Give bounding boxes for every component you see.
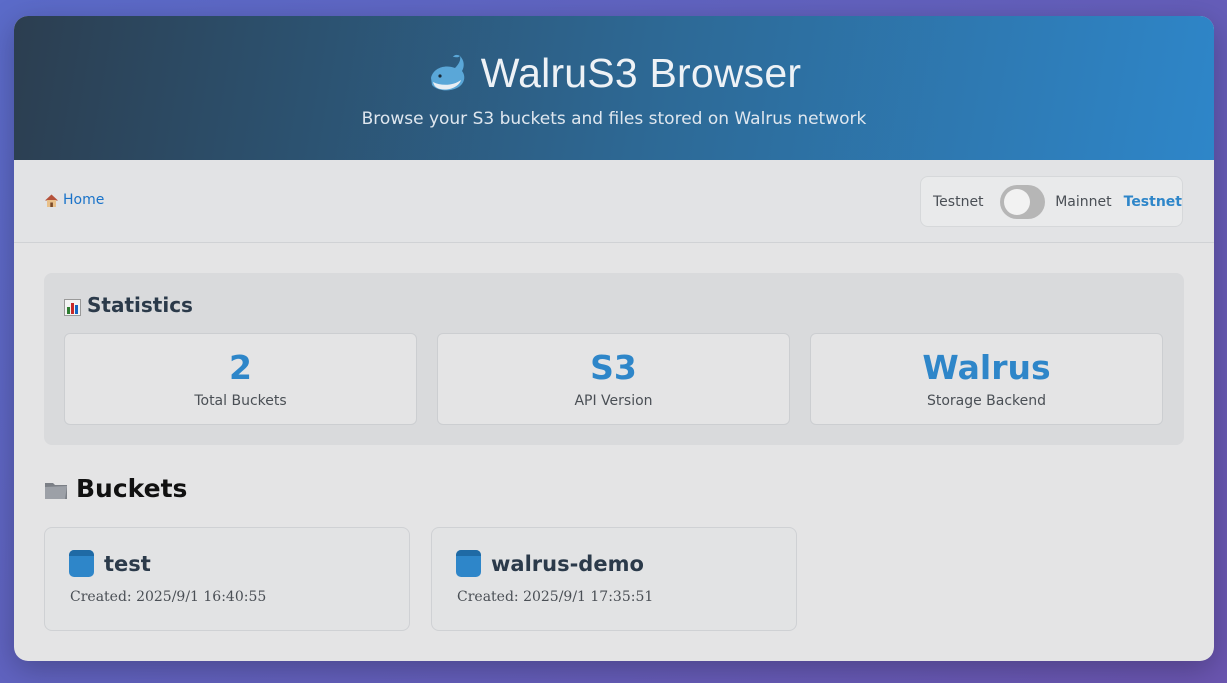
page-subtitle: Browse your S3 buckets and files stored … — [361, 109, 867, 129]
stat-card-total-buckets: 2 Total Buckets — [64, 333, 417, 425]
bucket-card[interactable]: test Created: 2025/9/1 16:40:55 — [44, 527, 410, 631]
whale-icon — [427, 52, 471, 96]
statistics-title: Statistics — [87, 293, 193, 317]
stat-label: API Version — [574, 393, 653, 409]
buckets-heading: Buckets — [44, 474, 187, 503]
stat-label: Total Buckets — [194, 393, 287, 409]
stat-card-api-version: S3 API Version — [437, 333, 790, 425]
stat-label: Storage Backend — [926, 393, 1047, 409]
bucket-name-row: walrus-demo — [456, 550, 644, 577]
bucket-name-row: test — [69, 550, 151, 577]
breadcrumb-home-link[interactable]: Home — [63, 192, 104, 208]
network-right-label: Mainnet — [1055, 193, 1112, 210]
nav-bar: Home Testnet Mainnet Testnet — [14, 160, 1214, 243]
home-icon — [44, 193, 59, 208]
stat-value: S3 — [590, 348, 637, 387]
statistics-panel: Statistics 2 Total Buckets S3 API Versio… — [44, 273, 1184, 445]
buckets-title: Buckets — [76, 474, 188, 503]
bucket-card[interactable]: walrus-demo Created: 2025/9/1 17:35:51 — [431, 527, 797, 631]
bucket-icon — [69, 550, 94, 577]
bucket-created-date: Created: 2025/9/1 17:35:51 — [457, 589, 654, 605]
stat-card-storage-backend: Walrus Storage Backend — [810, 333, 1163, 425]
stat-value: 2 — [229, 348, 252, 387]
current-network-label: Testnet — [1123, 193, 1182, 210]
network-switcher: Testnet Mainnet Testnet — [920, 176, 1183, 227]
stat-value: Walrus — [922, 348, 1051, 387]
app-window: WalruS3 Browser Browse your S3 buckets a… — [14, 16, 1214, 661]
folder-icon — [44, 478, 68, 500]
chart-icon — [64, 297, 81, 316]
bucket-name[interactable]: test — [104, 552, 151, 576]
page-title: WalruS3 Browser — [480, 50, 802, 96]
bucket-icon — [456, 550, 481, 577]
network-toggle[interactable] — [999, 184, 1046, 219]
bucket-created-date: Created: 2025/9/1 16:40:55 — [70, 589, 267, 605]
breadcrumb: Home — [44, 192, 104, 208]
statistics-heading: Statistics — [64, 293, 193, 317]
page-header: WalruS3 Browser Browse your S3 buckets a… — [14, 16, 1214, 160]
network-left-label: Testnet — [933, 193, 984, 210]
bucket-name[interactable]: walrus-demo — [491, 552, 644, 576]
title-row: WalruS3 Browser — [14, 50, 1214, 97]
toggle-knob — [1003, 188, 1030, 215]
